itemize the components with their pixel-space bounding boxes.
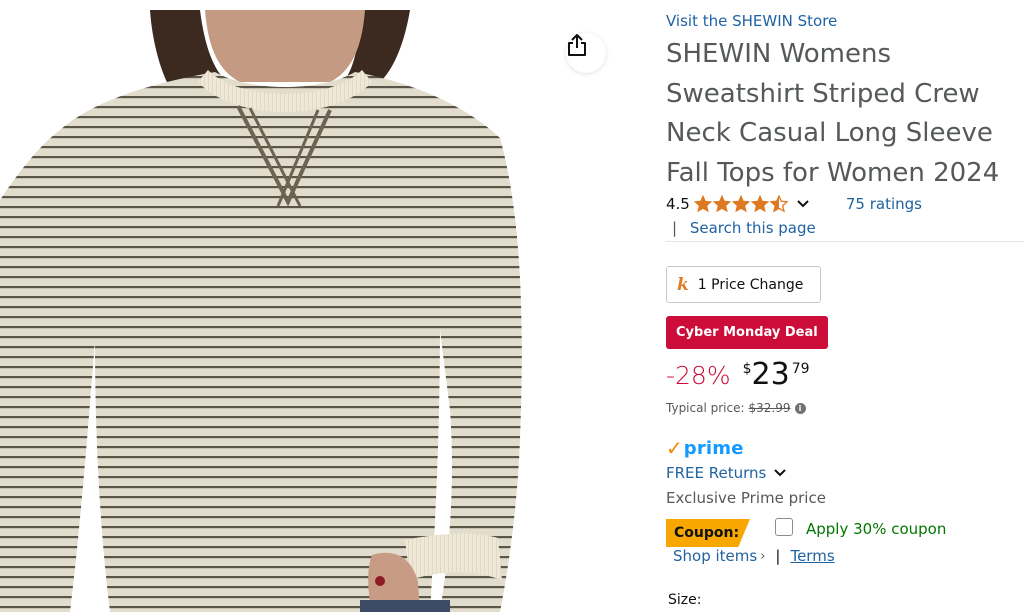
prime-check-icon: ✓ <box>666 436 683 460</box>
prime-badge: ✓ prime <box>666 436 744 460</box>
price-change-label: 1 Price Change <box>697 276 804 293</box>
product-title: SHEWIN Womens Sweatshirt Striped Crew Ne… <box>666 39 1000 188</box>
separator: | <box>775 547 781 565</box>
discount-percent: -28% <box>666 361 731 390</box>
stars-icon <box>694 195 788 212</box>
product-image[interactable] <box>0 10 620 612</box>
product-details: Visit the SHEWIN Store SHEWIN Womens Swe… <box>666 0 1024 612</box>
price: $ 23 79 <box>743 356 810 394</box>
chevron-down-icon[interactable] <box>796 199 810 209</box>
search-this-page-link[interactable]: Search this page <box>690 219 816 237</box>
coupon-links-row: Shop items › | Terms <box>673 547 835 565</box>
price-row: -28% $ 23 79 <box>666 356 810 396</box>
terms-link[interactable]: Terms <box>790 547 834 565</box>
price-symbol: $ <box>742 361 752 377</box>
price-whole: 23 <box>751 357 790 392</box>
size-label: Size: <box>668 592 702 608</box>
star-rating[interactable] <box>694 195 790 213</box>
rating-row: 4.5 75 ratings <box>666 193 922 215</box>
ratings-count-link[interactable]: 75 ratings <box>846 195 922 213</box>
separator: | <box>672 219 678 237</box>
search-page-row: | Search this page <box>672 219 816 237</box>
shop-items-link[interactable]: Shop items <box>673 547 757 565</box>
prime-logo: prime <box>683 437 744 459</box>
price-change-button[interactable]: k 1 Price Change <box>666 266 821 303</box>
typical-price-row: Typical price: $32.99 i <box>666 401 806 415</box>
sweatshirt-image <box>0 10 522 612</box>
free-returns-link[interactable]: FREE Returns <box>666 464 787 482</box>
keepa-icon: k <box>677 274 689 295</box>
share-icon <box>568 34 586 56</box>
divider <box>666 241 1024 242</box>
share-button[interactable] <box>566 33 606 73</box>
deal-badge: Cyber Monday Deal <box>666 316 828 349</box>
typical-price-label: Typical price: <box>666 401 745 415</box>
chevron-right-icon: › <box>760 548 766 564</box>
chevron-down-icon <box>773 468 787 478</box>
exclusive-prime-price: Exclusive Prime price <box>666 489 826 507</box>
apply-coupon-label[interactable]: Apply 30% coupon <box>806 520 946 538</box>
coupon-checkbox[interactable] <box>775 518 793 536</box>
store-link[interactable]: Visit the SHEWIN Store <box>666 12 837 30</box>
free-returns-label: FREE Returns <box>666 464 767 482</box>
info-icon[interactable]: i <box>794 402 806 414</box>
typical-price: $32.99 <box>748 401 791 415</box>
coupon-badge: Coupon: <box>666 519 750 547</box>
rating-value: 4.5 <box>666 195 690 213</box>
price-fraction: 79 <box>791 361 810 377</box>
